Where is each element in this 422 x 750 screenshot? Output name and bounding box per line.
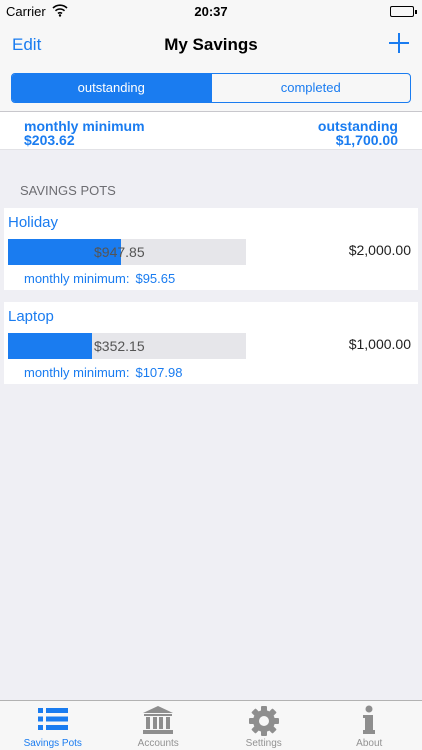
pot-progress-bar: $947.85: [8, 239, 246, 265]
segment-completed[interactable]: completed: [210, 74, 411, 102]
pot-monthly-minimum: monthly minimum: $107.98: [24, 365, 182, 380]
summary-outstanding-label: outstanding: [317, 118, 398, 134]
list-icon: [37, 708, 68, 730]
tab-savings-pots[interactable]: Savings Pots: [0, 701, 106, 750]
pot-monthly-minimum-value: $107.98: [135, 365, 183, 380]
savings-summary: monthly minimum $203.62 outstanding $1,7…: [0, 112, 422, 150]
pot-monthly-minimum-label: monthly minimum:: [24, 365, 130, 380]
status-bar: Carrier 20:37: [0, 0, 422, 22]
summary-monthly-minimum-value: $203.62: [24, 132, 75, 148]
pot-monthly-minimum-value: $95.65: [135, 271, 176, 286]
tab-label: Settings: [245, 738, 282, 749]
status-time: 20:37: [194, 4, 228, 19]
pot-progress-fill: [8, 333, 92, 359]
pot-progress-bar: $352.15: [8, 333, 246, 359]
status-segmented-control: outstanding completed: [11, 73, 411, 103]
battery-icon: [390, 6, 417, 17]
tab-about[interactable]: About: [317, 701, 422, 750]
section-header: SAVINGS POTS: [20, 183, 116, 198]
pot-saved-amount: $352.15: [94, 338, 145, 354]
pot-saved-amount: $947.85: [94, 244, 145, 260]
navigation-bar: Edit My Savings: [0, 22, 422, 66]
pot-monthly-minimum: monthly minimum: $95.65: [24, 271, 175, 286]
info-icon: [363, 705, 376, 734]
savings-pot-row[interactable]: Laptop $352.15 $1,000.00 monthly minimum…: [4, 302, 418, 384]
pot-target-amount: $1,000.00: [348, 336, 411, 352]
plus-icon[interactable]: [386, 30, 412, 56]
pot-name: Laptop: [8, 308, 54, 325]
tab-bar: Savings Pots Accounts Settings About: [0, 700, 422, 750]
savings-pot-row[interactable]: Holiday $947.85 $2,000.00 monthly minimu…: [4, 208, 418, 290]
summary-outstanding-value: $1,700.00: [335, 132, 398, 148]
gear-icon: [248, 706, 279, 736]
summary-monthly-minimum: monthly minimum $203.62: [24, 119, 145, 147]
tab-label: Savings Pots: [23, 738, 82, 749]
bank-icon: [143, 706, 174, 734]
page-title: My Savings: [164, 35, 258, 54]
tab-accounts[interactable]: Accounts: [106, 701, 212, 750]
tab-settings[interactable]: Settings: [211, 701, 317, 750]
segment-outstanding[interactable]: outstanding: [12, 74, 211, 102]
pot-name: Holiday: [8, 214, 59, 231]
summary-outstanding: outstanding $1,700.00: [318, 119, 398, 147]
pot-monthly-minimum-label: monthly minimum:: [24, 271, 130, 286]
tab-label: Accounts: [137, 738, 179, 749]
segment-container: outstanding completed: [0, 66, 422, 112]
tab-label: About: [356, 738, 383, 749]
summary-monthly-minimum-label: monthly minimum: [24, 118, 145, 134]
pot-target-amount: $2,000.00: [348, 242, 411, 258]
